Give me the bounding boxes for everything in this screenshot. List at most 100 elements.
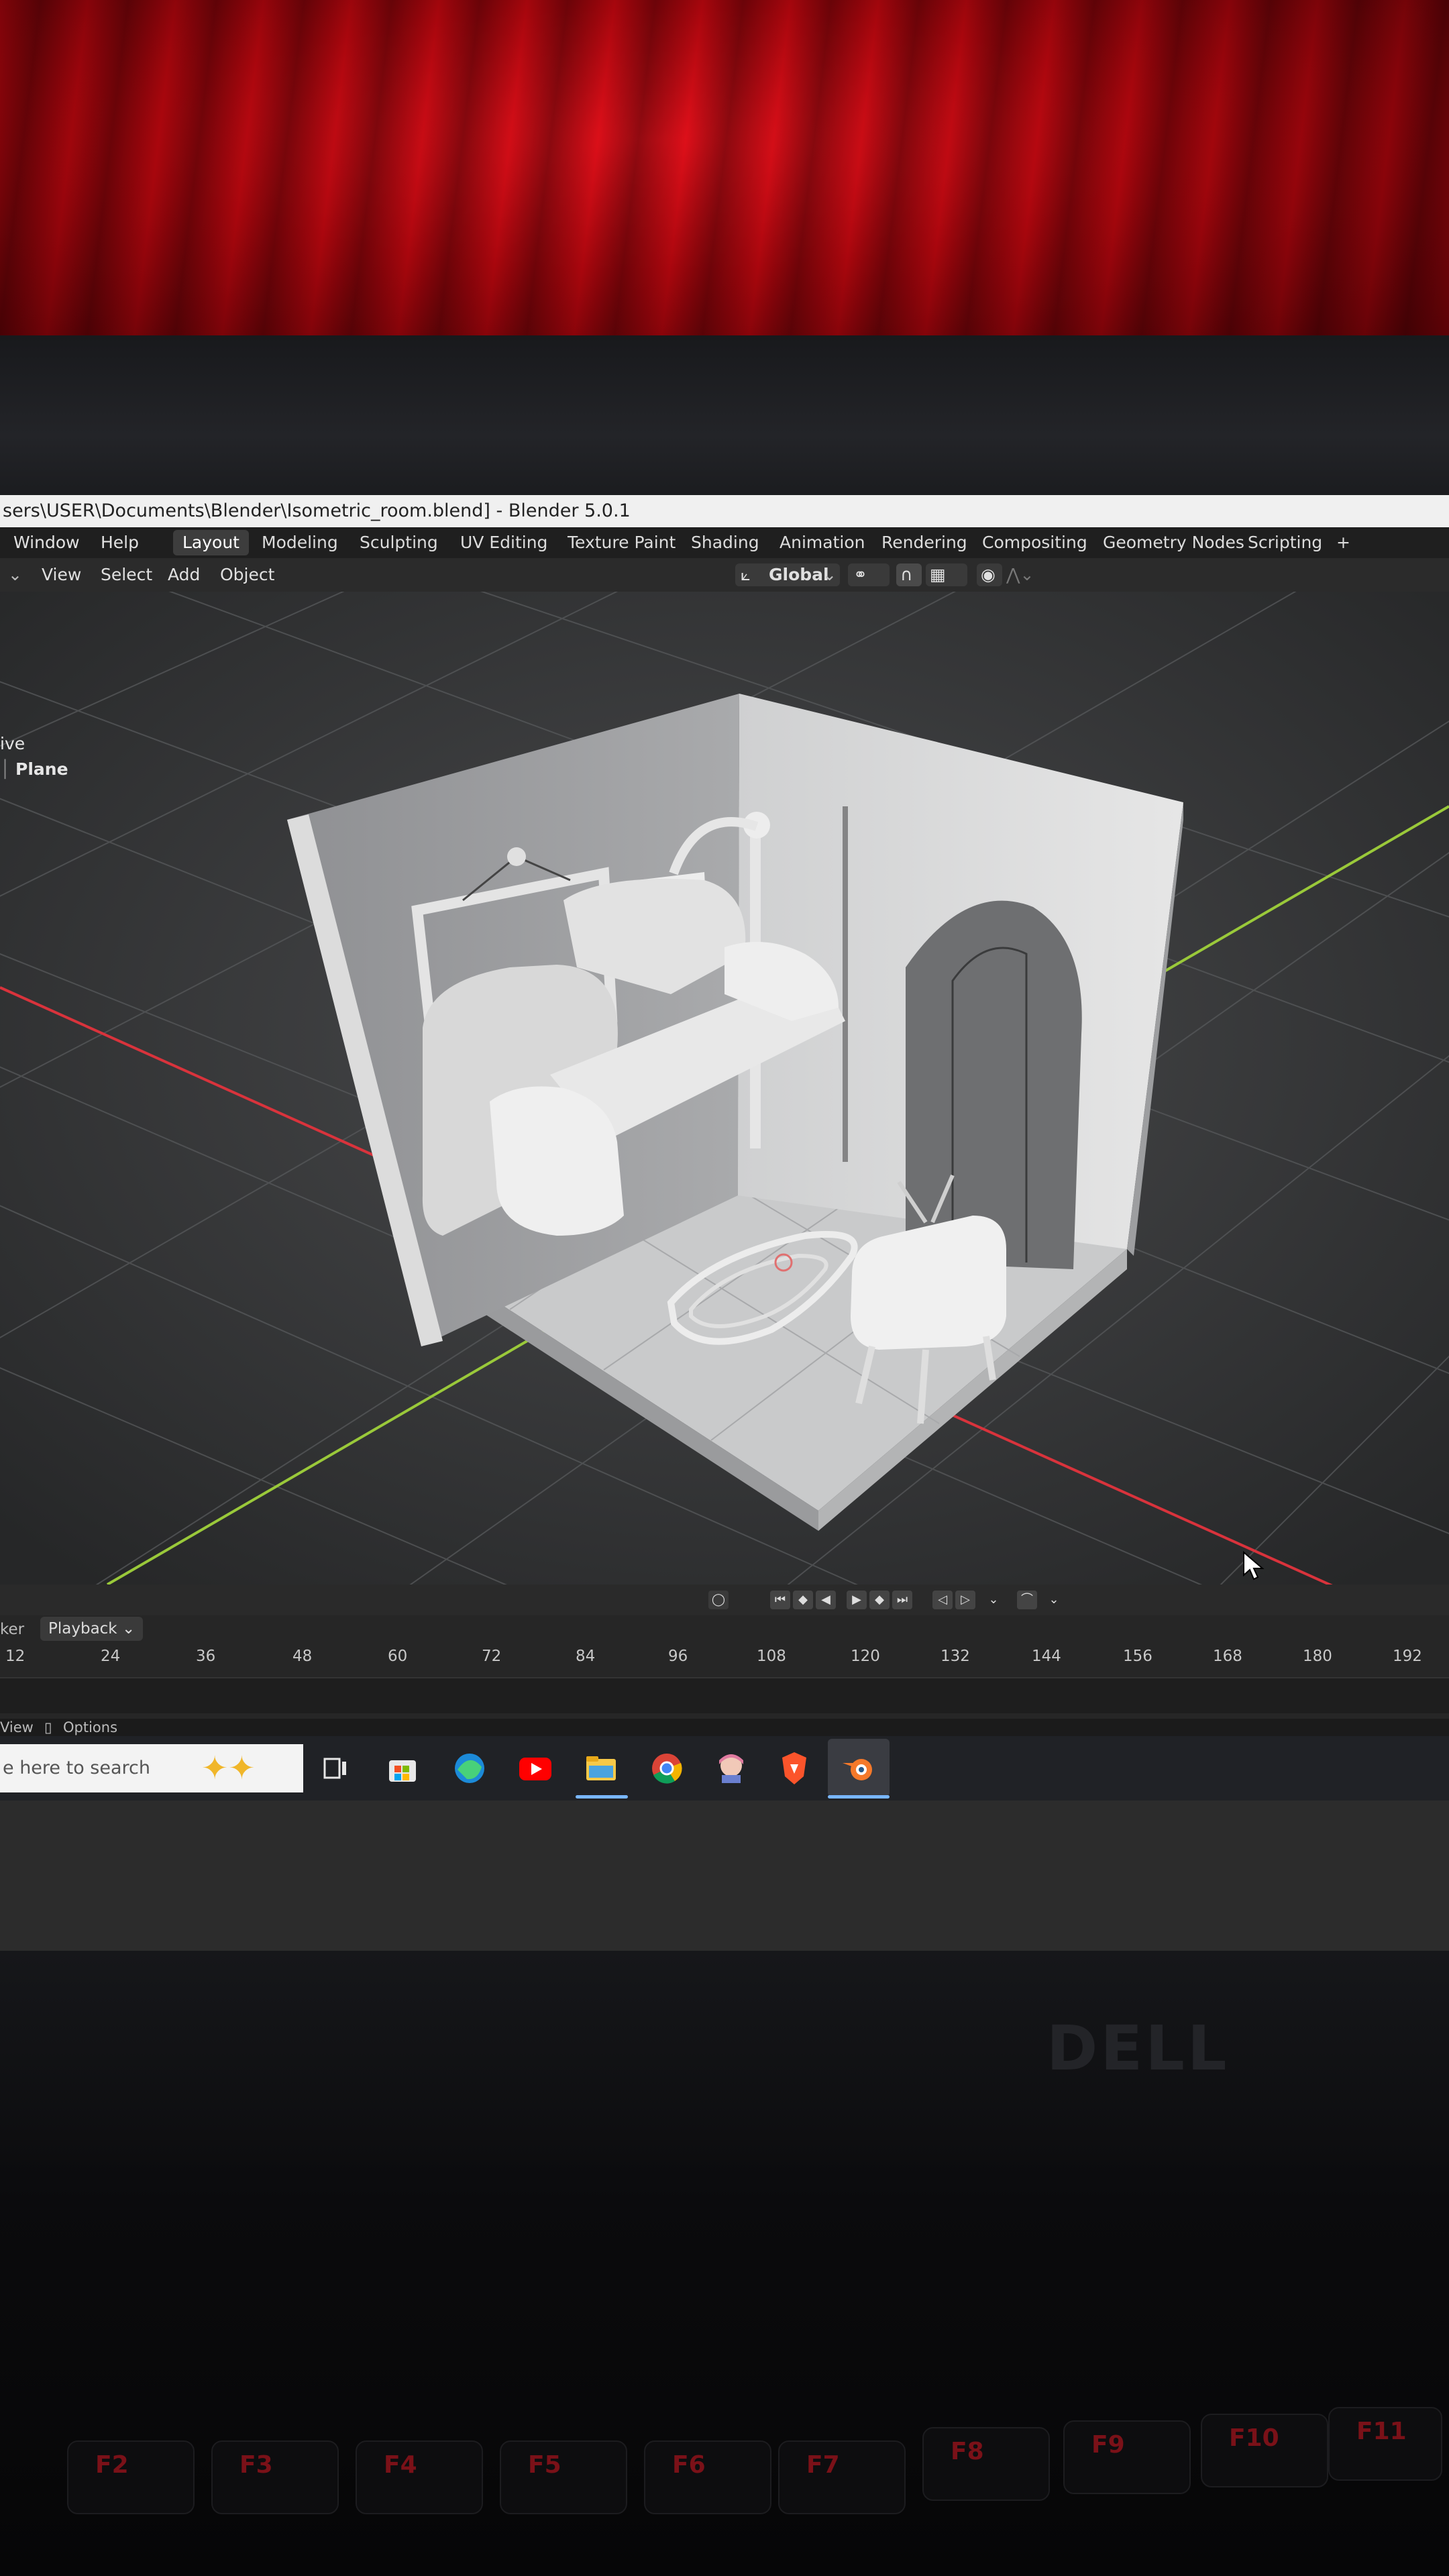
jump-start-button[interactable]: ⏮	[770, 1591, 790, 1609]
jump-end-button[interactable]: ⏭	[892, 1591, 912, 1609]
tab-sculpting[interactable]: Sculpting	[350, 530, 447, 555]
frame-tick: 84	[576, 1648, 596, 1665]
microsoft-store-icon[interactable]	[384, 1750, 421, 1787]
chrome-icon[interactable]	[648, 1750, 686, 1787]
blender-icon	[843, 1759, 872, 1780]
play-reverse-button[interactable]: ◀	[816, 1591, 836, 1609]
frame-tick: 72	[482, 1648, 502, 1665]
menu-window[interactable]: Window	[13, 527, 80, 558]
menu-add[interactable]: Add	[168, 558, 200, 592]
orientation-label: Global	[769, 565, 829, 584]
add-workspace-button[interactable]: +	[1327, 530, 1360, 555]
frame-tick: 168	[1213, 1648, 1242, 1665]
edge-icon[interactable]	[451, 1750, 488, 1787]
arch-doorway	[906, 900, 1082, 1269]
tab-modeling[interactable]: Modeling	[252, 530, 347, 555]
3d-viewport[interactable]: ive │ Plane	[0, 592, 1449, 1585]
tab-scripting[interactable]: Scripting	[1238, 530, 1332, 555]
key-f3: F3	[211, 2440, 339, 2514]
frame-tick: 144	[1032, 1648, 1061, 1665]
outliner-collection-label[interactable]: ive	[0, 734, 25, 753]
tab-compositing[interactable]: Compositing	[973, 530, 1097, 555]
sparkle-icon: ✦✦	[201, 1750, 256, 1787]
blender-window: sers\USER\Documents\Blender\Isometric_ro…	[0, 495, 1449, 1951]
anime-app-icon[interactable]	[712, 1750, 750, 1787]
keying-icon[interactable]: ◯	[708, 1591, 729, 1609]
orientation-icon: ⟀	[741, 565, 751, 584]
frame-tick: 48	[292, 1648, 313, 1665]
play-button[interactable]: ▶	[847, 1591, 867, 1609]
menu-select[interactable]: Select	[101, 558, 152, 592]
prev-frame-button[interactable]: ◁	[932, 1591, 953, 1609]
tab-texture-paint[interactable]: Texture Paint	[558, 530, 685, 555]
tab-shading[interactable]: Shading	[682, 530, 769, 555]
frame-tick: 60	[388, 1648, 408, 1665]
playback-dropdown[interactable]: Playback ⌄	[40, 1617, 144, 1641]
windows-taskbar: e here to search ✦✦	[0, 1736, 1449, 1801]
marker-menu[interactable]: ker	[0, 1621, 24, 1638]
viewport-scene	[0, 592, 1449, 1585]
laptop-body: DELL F2 F3 F4 F5 F6 F7 F8 F9 F10 F11	[0, 1951, 1449, 2576]
frame-tick: 96	[668, 1648, 688, 1665]
frame-tick: 36	[196, 1648, 216, 1665]
brave-icon[interactable]	[775, 1750, 813, 1787]
menu-object[interactable]: Object	[220, 558, 274, 592]
chevron-down-icon[interactable]: ⌄	[983, 1591, 1004, 1609]
task-view-icon[interactable]	[317, 1750, 354, 1787]
tab-layout[interactable]: Layout	[173, 530, 249, 555]
tab-uv-editing[interactable]: UV Editing	[451, 530, 557, 555]
file-explorer-icon[interactable]	[582, 1750, 620, 1787]
dell-logo: DELL	[1046, 2012, 1230, 2084]
link-icon: ⚭	[853, 565, 867, 584]
active-app-indicator	[828, 1795, 890, 1799]
tab-animation[interactable]: Animation	[770, 530, 874, 555]
key-f2: F2	[67, 2440, 195, 2514]
frame-tick: 120	[851, 1648, 880, 1665]
status-bar: View ▯ Options	[0, 1719, 1449, 1736]
key-f8: F8	[922, 2427, 1050, 2501]
next-keyframe-button[interactable]: ◆	[869, 1591, 890, 1609]
frame-tick: 132	[941, 1648, 970, 1665]
timeline-track-area[interactable]	[0, 1677, 1449, 1713]
chevron-down-icon[interactable]: ⌄	[1044, 1591, 1064, 1609]
monitor-bezel	[0, 335, 1449, 503]
auto-keying-icon[interactable]: ⌒	[1017, 1591, 1037, 1609]
outliner-object-label[interactable]: │ Plane	[0, 759, 68, 779]
falloff-icon[interactable]: ⋀⌄	[1006, 558, 1034, 592]
key-f7: F7	[778, 2440, 906, 2514]
frame-tick: 192	[1393, 1648, 1422, 1665]
viewport-header: ⌄ View Select Add Object ⟀ Global ⌄ ⚭ ∩ …	[0, 558, 1449, 592]
key-f6: F6	[644, 2440, 771, 2514]
next-frame-button[interactable]: ▷	[955, 1591, 975, 1609]
frame-tick: 156	[1123, 1648, 1152, 1665]
playback-controls: ◯ ⏮ ◆ ◀ ▶ ◆ ⏭ ◁ ▷ ⌄ ⌒ ⌄	[0, 1585, 1449, 1615]
key-f4: F4	[356, 2440, 483, 2514]
frame-tick: 24	[101, 1648, 121, 1665]
frame-ruler[interactable]: 12 24 36 48 60 72 84 96 108 120 132 144 …	[0, 1640, 1449, 1673]
tab-geometry-nodes[interactable]: Geometry Nodes	[1093, 530, 1254, 555]
mouse-pointer-icon	[1243, 1551, 1265, 1580]
window-title: sers\USER\Documents\Blender\Isometric_ro…	[3, 500, 631, 521]
chevron-down-icon: ⌄	[822, 565, 837, 584]
grid-snap-icon: ▦	[930, 565, 946, 584]
tab-rendering[interactable]: Rendering	[872, 530, 977, 555]
menu-help[interactable]: Help	[101, 527, 139, 558]
frame-tick: 180	[1303, 1648, 1332, 1665]
frame-tick: 108	[757, 1648, 786, 1665]
key-f9: F9	[1063, 2420, 1191, 2494]
key-f10: F10	[1201, 2414, 1328, 2487]
timeline-editor: ◯ ⏮ ◆ ◀ ▶ ◆ ⏭ ◁ ▷ ⌄ ⌒ ⌄ ker Playback ⌄ 1…	[0, 1585, 1449, 1719]
status-view-label[interactable]: View	[0, 1719, 34, 1736]
red-curtain-background	[0, 0, 1449, 349]
menu-view[interactable]: View	[42, 558, 81, 592]
proportional-icon: ◉	[981, 565, 996, 584]
chevron-down-icon: ⌄	[121, 1620, 136, 1638]
active-app-indicator	[576, 1795, 628, 1799]
chevron-down-icon[interactable]: ⌄	[8, 558, 22, 592]
prev-keyframe-button[interactable]: ◆	[793, 1591, 813, 1609]
search-placeholder: e here to search	[3, 1758, 150, 1778]
youtube-icon[interactable]	[517, 1750, 554, 1787]
topbar: Window Help Layout Modeling Sculpting UV…	[0, 527, 1449, 558]
status-options-label[interactable]: Options	[63, 1719, 117, 1736]
taskbar-search-box[interactable]: e here to search ✦✦	[0, 1744, 303, 1792]
